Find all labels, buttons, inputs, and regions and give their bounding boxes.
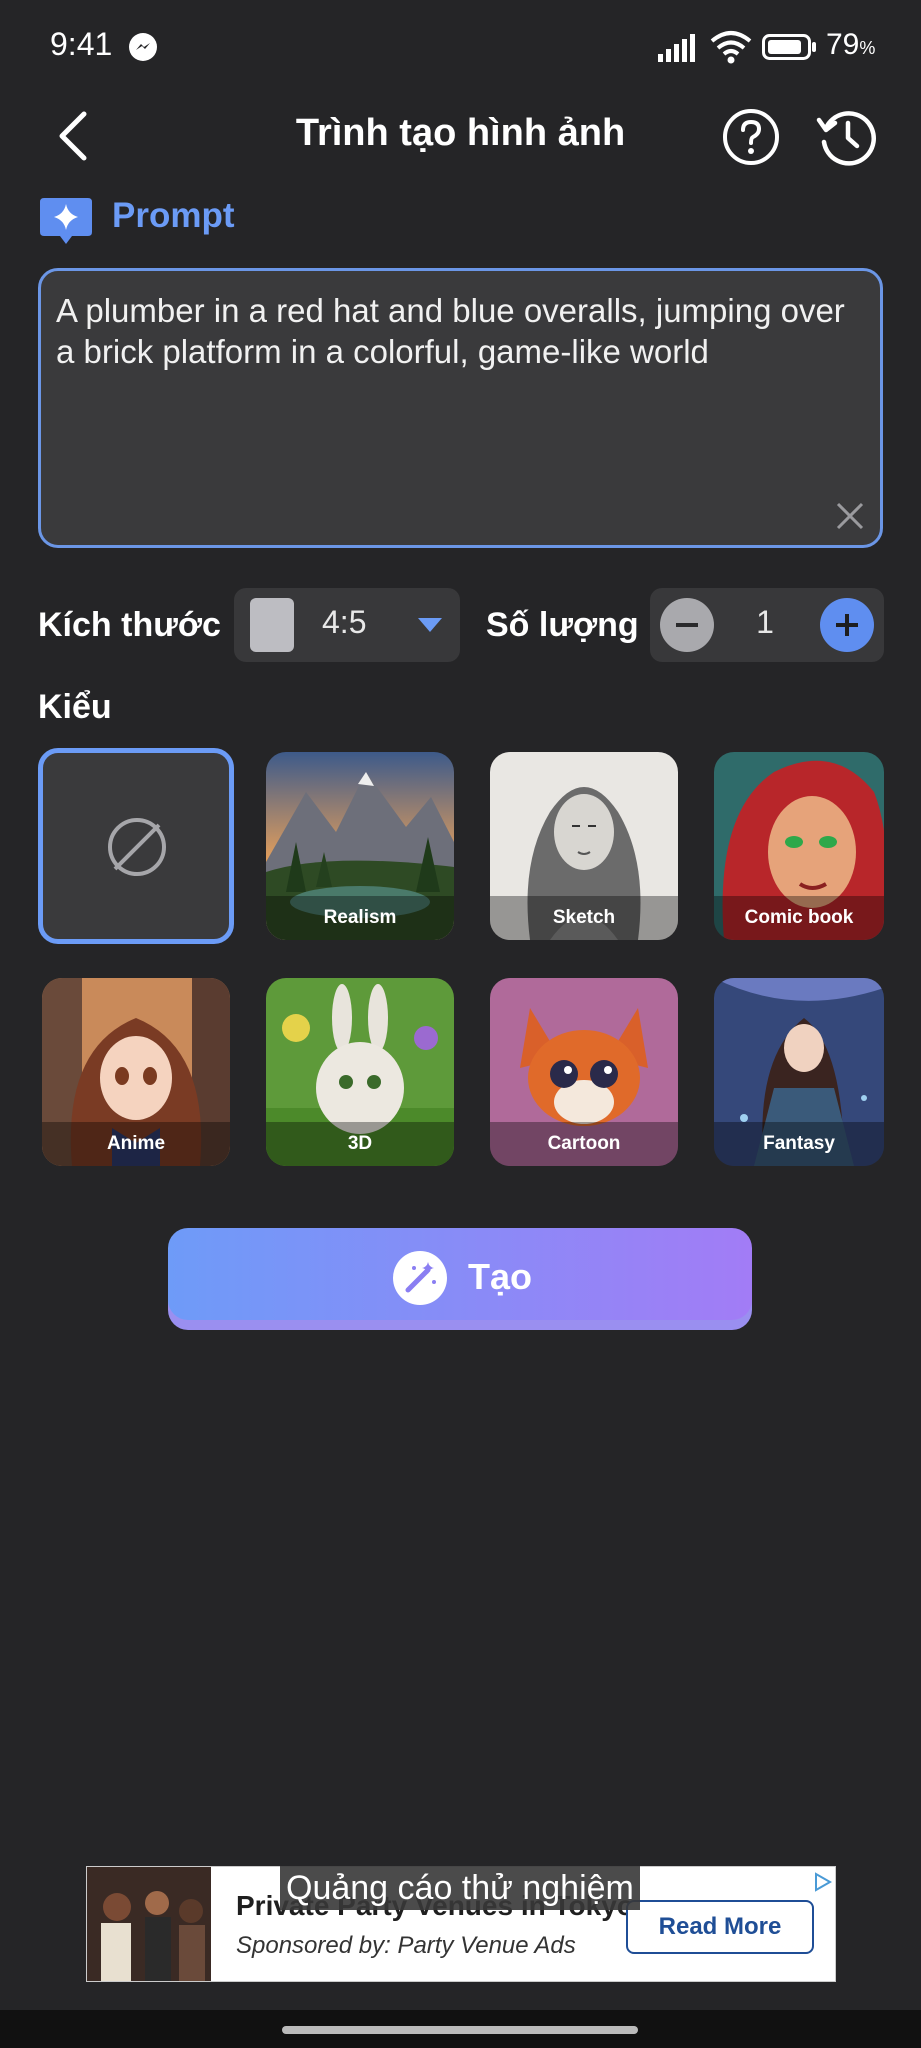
help-icon[interactable] <box>722 108 780 166</box>
style-tile-cartoon[interactable]: Cartoon <box>490 978 678 1166</box>
style-tile-sketch[interactable]: Sketch <box>490 752 678 940</box>
style-tile-label: Anime <box>42 1122 230 1166</box>
increment-button[interactable] <box>820 598 874 652</box>
chevron-down-icon <box>418 618 442 632</box>
status-time: 9:41 <box>50 26 113 62</box>
size-value: 4:5 <box>322 604 367 640</box>
sparkle-chat-icon <box>40 198 92 244</box>
style-tile-label: Realism <box>266 896 454 940</box>
style-tile-label: Comic book <box>714 896 884 940</box>
plus-icon <box>836 614 858 636</box>
style-tile-label: Cartoon <box>490 1122 678 1166</box>
style-tile-label: Fantasy <box>714 1122 884 1166</box>
style-tile-3d[interactable]: 3D <box>266 978 454 1166</box>
messenger-icon <box>129 33 157 61</box>
page-title: Trình tạo hình ảnh <box>295 112 626 154</box>
prompt-text[interactable]: A plumber in a red hat and blue overalls… <box>56 290 856 372</box>
prompt-label: Prompt <box>112 196 235 235</box>
quantity-value: 1 <box>756 604 774 640</box>
generate-label[interactable]: Tạo <box>468 1256 532 1298</box>
battery-icon <box>762 34 816 60</box>
style-tile-comic-book[interactable]: Comic book <box>714 752 884 940</box>
size-label: Kích thước <box>38 606 221 644</box>
test-ad-label: Quảng cáo thử nghiệm <box>280 1866 640 1910</box>
style-tile-realism[interactable]: Realism <box>266 752 454 940</box>
style-tile-label: 3D <box>266 1122 454 1166</box>
ad-sponsor: Sponsored by: Party Venue Ads <box>236 1932 576 1959</box>
aspect-ratio-swatch <box>250 598 294 652</box>
generate-button[interactable] <box>168 1228 752 1320</box>
minus-icon <box>676 623 698 627</box>
style-tile-fantasy[interactable]: Fantasy <box>714 978 884 1166</box>
no-style-icon <box>108 818 166 876</box>
cellular-signal-icon <box>658 34 695 62</box>
style-tile-none[interactable] <box>38 748 234 944</box>
quantity-label: Số lượng <box>486 606 639 644</box>
magic-wand-icon <box>393 1251 447 1305</box>
clear-icon[interactable] <box>834 500 866 532</box>
style-tile-anime[interactable]: Anime <box>42 978 230 1166</box>
style-tile-label: Sketch <box>490 896 678 940</box>
ad-image <box>87 1867 211 1981</box>
home-indicator[interactable] <box>282 2026 638 2034</box>
ad-read-more-button[interactable]: Read More <box>626 1900 814 1954</box>
wifi-icon <box>710 31 752 64</box>
history-icon[interactable] <box>816 106 878 168</box>
style-label: Kiểu <box>38 688 112 726</box>
adchoices-icon[interactable] <box>812 1872 832 1892</box>
battery-percentage: 79% <box>826 28 876 61</box>
decrement-button[interactable] <box>660 598 714 652</box>
